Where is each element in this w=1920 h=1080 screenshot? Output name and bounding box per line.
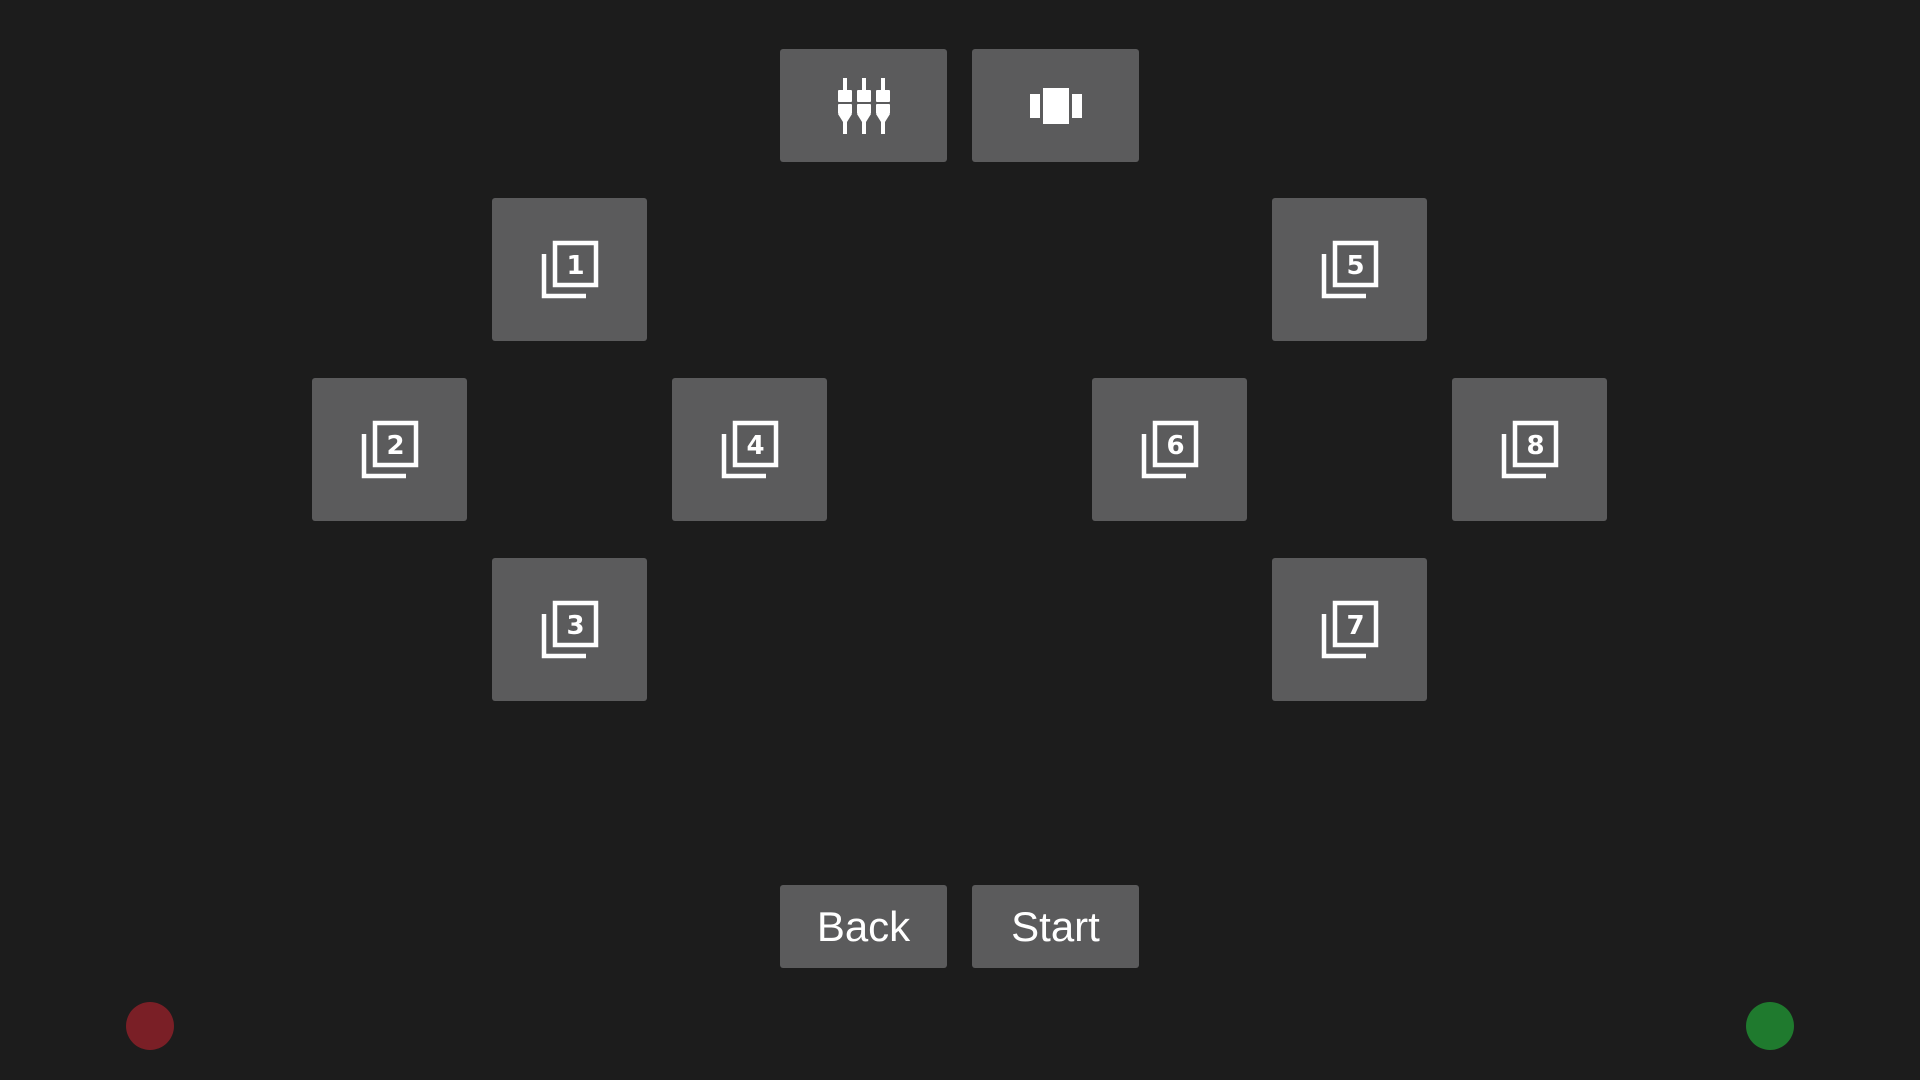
screen: 1 2 3 4 5 6 7 8 Back Start	[0, 0, 1920, 1080]
filter-3-icon: 3	[541, 600, 598, 658]
filter-6-icon: 6	[1141, 420, 1198, 478]
svg-text:2: 2	[386, 431, 404, 461]
equalizer-sliders-icon	[837, 77, 890, 134]
pad-button-6[interactable]: 6	[1092, 378, 1247, 521]
view-carousel-icon	[1029, 87, 1082, 124]
svg-text:1: 1	[566, 251, 584, 281]
pad-button-1[interactable]: 1	[492, 198, 647, 341]
filter-5-icon: 5	[1321, 240, 1378, 298]
carousel-button[interactable]	[972, 49, 1139, 162]
pad-button-3[interactable]: 3	[492, 558, 647, 701]
filter-8-icon: 8	[1501, 420, 1558, 478]
svg-text:6: 6	[1166, 431, 1184, 461]
svg-text:3: 3	[566, 611, 584, 641]
filter-7-icon: 7	[1321, 600, 1378, 658]
pad-button-8[interactable]: 8	[1452, 378, 1607, 521]
svg-text:4: 4	[746, 431, 764, 461]
pad-button-5[interactable]: 5	[1272, 198, 1427, 341]
start-button[interactable]: Start	[972, 885, 1139, 968]
svg-text:5: 5	[1346, 251, 1364, 281]
pad-button-4[interactable]: 4	[672, 378, 827, 521]
status-indicator-green	[1746, 1002, 1794, 1050]
pad-button-7[interactable]: 7	[1272, 558, 1427, 701]
back-button[interactable]: Back	[780, 885, 947, 968]
svg-text:8: 8	[1526, 431, 1544, 461]
mixer-button[interactable]	[780, 49, 947, 162]
pad-button-2[interactable]: 2	[312, 378, 467, 521]
filter-4-icon: 4	[721, 420, 778, 478]
filter-2-icon: 2	[361, 420, 418, 478]
filter-1-icon: 1	[541, 240, 598, 298]
status-indicator-red	[126, 1002, 174, 1050]
svg-text:7: 7	[1346, 611, 1364, 641]
